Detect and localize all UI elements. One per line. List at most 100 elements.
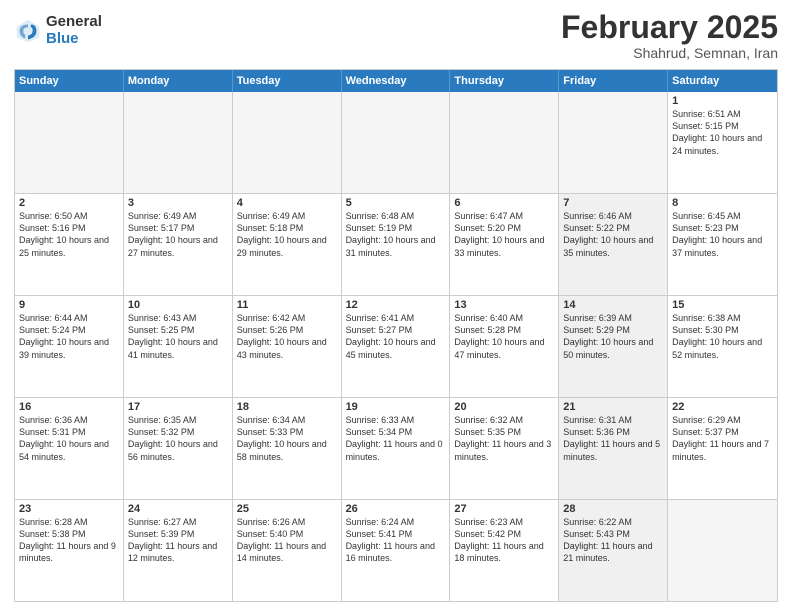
month-title: February 2025 [561,10,778,45]
calendar-cell: 18 Sunrise: 6:34 AM Sunset: 5:33 PM Dayli… [233,398,342,499]
location-subtitle: Shahrud, Semnan, Iran [561,45,778,61]
day-number: 11 [237,299,337,311]
day-info: Sunrise: 6:28 AM Sunset: 5:38 PM Dayligh… [19,517,116,563]
weekday-header: Tuesday [233,70,342,92]
day-number: 23 [19,503,119,515]
calendar-cell: 28 Sunrise: 6:22 AM Sunset: 5:43 PM Dayli… [559,500,668,601]
calendar-row: 1Sunrise: 6:51 AM Sunset: 5:15 PM Daylig… [15,92,777,194]
day-info: Sunrise: 6:42 AM Sunset: 5:26 PM Dayligh… [237,313,327,359]
calendar-row: 23 Sunrise: 6:28 AM Sunset: 5:38 PM Dayli… [15,500,777,601]
day-info: Sunrise: 6:36 AM Sunset: 5:31 PM Dayligh… [19,415,109,461]
day-info: Sunrise: 6:48 AM Sunset: 5:19 PM Dayligh… [346,211,436,257]
day-number: 21 [563,401,663,413]
day-number: 20 [454,401,554,413]
day-info: Sunrise: 6:22 AM Sunset: 5:43 PM Dayligh… [563,517,652,563]
calendar-cell: 27Sunrise: 6:23 AM Sunset: 5:42 PM Dayli… [450,500,559,601]
calendar-cell: 11 Sunrise: 6:42 AM Sunset: 5:26 PM Dayli… [233,296,342,397]
calendar-row: 9 Sunrise: 6:44 AM Sunset: 5:24 PM Daylig… [15,296,777,398]
logo-text: General Blue [46,14,102,47]
day-number: 18 [237,401,337,413]
title-block: February 2025 Shahrud, Semnan, Iran [561,10,778,61]
day-number: 13 [454,299,554,311]
day-number: 15 [672,299,773,311]
calendar-body: 1Sunrise: 6:51 AM Sunset: 5:15 PM Daylig… [15,92,777,601]
day-info: Sunrise: 6:46 AM Sunset: 5:22 PM Dayligh… [563,211,653,257]
calendar-cell: 14 Sunrise: 6:39 AM Sunset: 5:29 PM Dayli… [559,296,668,397]
day-info: Sunrise: 6:49 AM Sunset: 5:18 PM Dayligh… [237,211,327,257]
calendar-cell: 8Sunrise: 6:45 AM Sunset: 5:23 PM Daylig… [668,194,777,295]
logo-general: General [46,14,102,31]
day-number: 5 [346,197,446,209]
weekday-header: Monday [124,70,233,92]
calendar-cell: 19 Sunrise: 6:33 AM Sunset: 5:34 PM Dayli… [342,398,451,499]
calendar-row: 2 Sunrise: 6:50 AM Sunset: 5:16 PM Daylig… [15,194,777,296]
day-info: Sunrise: 6:50 AM Sunset: 5:16 PM Dayligh… [19,211,109,257]
calendar-cell: 15 Sunrise: 6:38 AM Sunset: 5:30 PM Dayli… [668,296,777,397]
header: General Blue February 2025 Shahrud, Semn… [14,10,778,61]
logo-blue: Blue [46,31,102,48]
calendar-cell: 21 Sunrise: 6:31 AM Sunset: 5:36 PM Dayli… [559,398,668,499]
day-number: 7 [563,197,663,209]
calendar-cell: 17 Sunrise: 6:35 AM Sunset: 5:32 PM Dayli… [124,398,233,499]
day-info: Sunrise: 6:41 AM Sunset: 5:27 PM Dayligh… [346,313,436,359]
day-number: 2 [19,197,119,209]
weekday-header: Sunday [15,70,124,92]
day-info: Sunrise: 6:23 AM Sunset: 5:42 PM Dayligh… [454,517,543,563]
calendar-cell: 6Sunrise: 6:47 AM Sunset: 5:20 PM Daylig… [450,194,559,295]
day-number: 19 [346,401,446,413]
day-info: Sunrise: 6:31 AM Sunset: 5:36 PM Dayligh… [563,415,660,461]
logo-icon [14,17,42,45]
day-number: 26 [346,503,446,515]
day-info: Sunrise: 6:35 AM Sunset: 5:32 PM Dayligh… [128,415,218,461]
day-number: 4 [237,197,337,209]
day-number: 22 [672,401,773,413]
day-info: Sunrise: 6:44 AM Sunset: 5:24 PM Dayligh… [19,313,109,359]
calendar-cell: 3 Sunrise: 6:49 AM Sunset: 5:17 PM Daylig… [124,194,233,295]
day-info: Sunrise: 6:33 AM Sunset: 5:34 PM Dayligh… [346,415,443,461]
day-number: 25 [237,503,337,515]
day-number: 17 [128,401,228,413]
calendar-cell [559,92,668,193]
calendar-cell: 9 Sunrise: 6:44 AM Sunset: 5:24 PM Daylig… [15,296,124,397]
calendar-cell: 25 Sunrise: 6:26 AM Sunset: 5:40 PM Dayli… [233,500,342,601]
calendar-cell: 10Sunrise: 6:43 AM Sunset: 5:25 PM Dayli… [124,296,233,397]
day-number: 14 [563,299,663,311]
calendar-cell: 1Sunrise: 6:51 AM Sunset: 5:15 PM Daylig… [668,92,777,193]
day-info: Sunrise: 6:43 AM Sunset: 5:25 PM Dayligh… [128,313,218,359]
calendar-cell [15,92,124,193]
day-info: Sunrise: 6:34 AM Sunset: 5:33 PM Dayligh… [237,415,327,461]
calendar-cell: 4 Sunrise: 6:49 AM Sunset: 5:18 PM Daylig… [233,194,342,295]
calendar-cell: 16 Sunrise: 6:36 AM Sunset: 5:31 PM Dayli… [15,398,124,499]
day-number: 9 [19,299,119,311]
weekday-header: Saturday [668,70,777,92]
calendar-cell: 2 Sunrise: 6:50 AM Sunset: 5:16 PM Daylig… [15,194,124,295]
calendar-cell [233,92,342,193]
day-info: Sunrise: 6:47 AM Sunset: 5:20 PM Dayligh… [454,211,544,257]
day-number: 16 [19,401,119,413]
day-number: 28 [563,503,663,515]
day-info: Sunrise: 6:38 AM Sunset: 5:30 PM Dayligh… [672,313,762,359]
weekday-header: Friday [559,70,668,92]
day-info: Sunrise: 6:26 AM Sunset: 5:40 PM Dayligh… [237,517,326,563]
day-info: Sunrise: 6:39 AM Sunset: 5:29 PM Dayligh… [563,313,653,359]
day-info: Sunrise: 6:51 AM Sunset: 5:15 PM Dayligh… [672,109,762,155]
weekday-header: Wednesday [342,70,451,92]
calendar-cell [668,500,777,601]
calendar-cell: 13 Sunrise: 6:40 AM Sunset: 5:28 PM Dayli… [450,296,559,397]
day-info: Sunrise: 6:40 AM Sunset: 5:28 PM Dayligh… [454,313,544,359]
page: General Blue February 2025 Shahrud, Semn… [0,0,792,612]
day-info: Sunrise: 6:32 AM Sunset: 5:35 PM Dayligh… [454,415,551,461]
logo: General Blue [14,14,102,47]
calendar-cell [342,92,451,193]
calendar-cell [450,92,559,193]
day-info: Sunrise: 6:45 AM Sunset: 5:23 PM Dayligh… [672,211,762,257]
day-number: 24 [128,503,228,515]
calendar-header: SundayMondayTuesdayWednesdayThursdayFrid… [15,70,777,92]
calendar-cell: 5 Sunrise: 6:48 AM Sunset: 5:19 PM Daylig… [342,194,451,295]
day-number: 3 [128,197,228,209]
calendar-cell: 20 Sunrise: 6:32 AM Sunset: 5:35 PM Dayli… [450,398,559,499]
day-info: Sunrise: 6:29 AM Sunset: 5:37 PM Dayligh… [672,415,769,461]
day-info: Sunrise: 6:49 AM Sunset: 5:17 PM Dayligh… [128,211,218,257]
day-info: Sunrise: 6:27 AM Sunset: 5:39 PM Dayligh… [128,517,217,563]
calendar-cell: 7 Sunrise: 6:46 AM Sunset: 5:22 PM Daylig… [559,194,668,295]
